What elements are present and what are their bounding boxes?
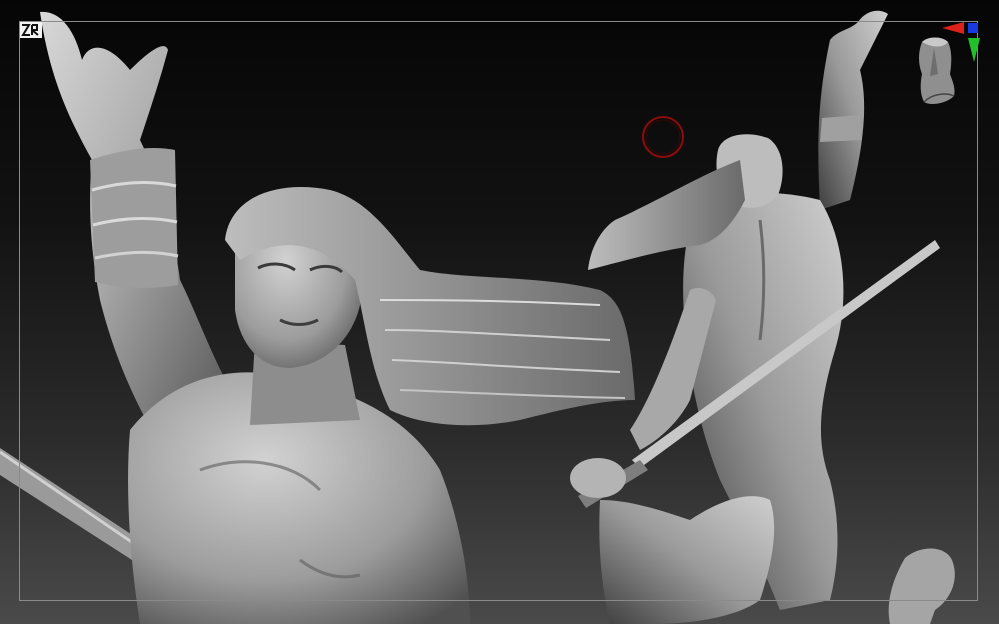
x-axis-arrow-icon [942, 22, 964, 34]
sculpt-viewport[interactable] [0, 0, 999, 624]
zbrush-logo-icon [20, 22, 42, 38]
navigation-gizmo-icon[interactable] [908, 18, 986, 114]
y-axis-arrow-icon [968, 38, 980, 62]
brush-cursor-icon [640, 114, 686, 160]
sculpture-render [0, 10, 955, 624]
background-figure [570, 10, 955, 624]
z-axis-cube-icon [968, 23, 978, 33]
foreground-figure [40, 11, 635, 624]
foreground-sword [0, 448, 140, 560]
